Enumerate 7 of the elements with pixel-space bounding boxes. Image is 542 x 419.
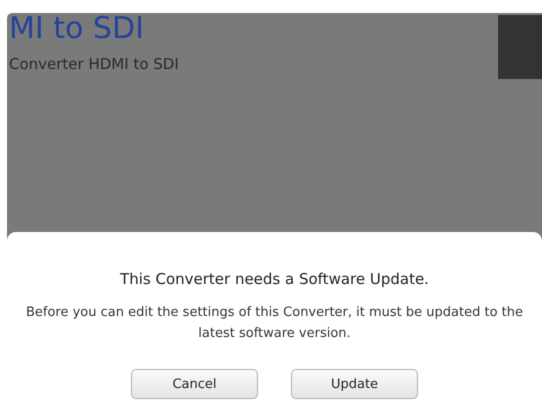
dialog-title: This Converter needs a Software Update. bbox=[120, 270, 429, 288]
dialog-message: Before you can edit the settings of this Converter, it must be updated to the latest software version. bbox=[24, 304, 524, 343]
page-title: MI to SDI bbox=[9, 13, 145, 45]
photo-placeholder bbox=[498, 15, 542, 79]
dialog-button[interactable]: Update bbox=[291, 369, 418, 399]
dialog-button[interactable]: Cancel bbox=[131, 369, 258, 399]
page-subtitle: Converter HDMI to SDI bbox=[9, 55, 179, 73]
